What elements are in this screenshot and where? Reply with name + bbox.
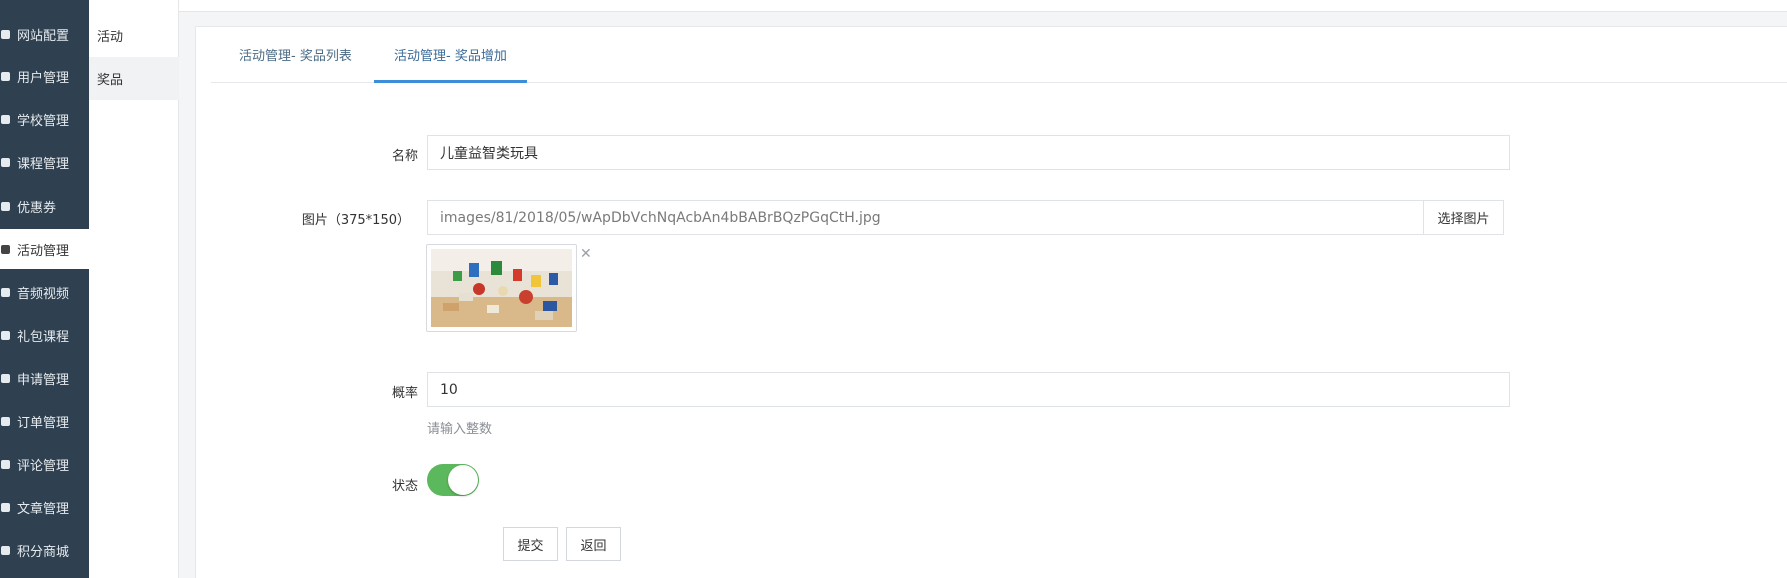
sidebar-item-site-config[interactable]: 网站配置 (0, 14, 89, 54)
sidebar-item-label: 评论管理 (17, 458, 70, 474)
sidebar-item-schools[interactable]: 学校管理 (0, 99, 89, 139)
sidebar-item-applications[interactable]: 申请管理 (0, 358, 89, 398)
toggle-knob (448, 465, 478, 495)
sidebar-item-label: 文章管理 (17, 501, 70, 517)
tab-prize-add[interactable]: 活动管理- 奖品增加 (374, 41, 527, 83)
sidebar-item-label: 活动管理 (17, 243, 70, 259)
sidebar-item-points-mall[interactable]: 积分商城 (0, 530, 89, 570)
sidebar-item-label: 订单管理 (17, 415, 70, 431)
sidebar-item-coupons[interactable]: 优惠券 (0, 186, 89, 226)
probability-help-text: 请输入整数 (427, 422, 493, 437)
back-button[interactable]: 返回 (566, 527, 621, 561)
name-input[interactable] (427, 135, 1510, 170)
gift-icon (0, 329, 15, 342)
anchor-icon (0, 286, 15, 299)
sidebar-item-label: 积分商城 (17, 544, 70, 560)
sidebar-item-users[interactable]: 用户管理 (0, 56, 89, 96)
sub-sidebar: 活动 奖品 (89, 0, 179, 578)
probability-label: 概率 (391, 386, 418, 401)
sidebar-item-activities[interactable]: 活动管理 (0, 229, 89, 269)
sidebar-item-label: 申请管理 (17, 372, 70, 388)
sidebar-item-label: 礼包课程 (17, 329, 70, 345)
shop-icon (0, 544, 15, 557)
server-icon (0, 113, 15, 126)
adjust-icon (0, 501, 15, 514)
user-icon (0, 70, 15, 83)
sidebar-item-media[interactable]: 音频视频 (0, 272, 89, 312)
sidebar-item-label: 课程管理 (17, 156, 70, 172)
status-label: 状态 (391, 479, 418, 494)
select-image-button[interactable]: 选择图片 (1423, 200, 1504, 235)
sidebar-item-label: 音频视频 (17, 286, 70, 302)
sidebar-item-label: 网站配置 (17, 28, 70, 44)
image-label: 图片（375*150） (301, 213, 410, 228)
app-root: 网站配置 用户管理 学校管理 课程管理 优惠券 活动管理 音频视频 礼包课程 申… (0, 0, 1787, 578)
tab-bar: 活动管理- 奖品列表 活动管理- 奖品增加 (211, 41, 1787, 83)
sidebar-item-label: 用户管理 (17, 70, 70, 86)
name-label: 名称 (391, 149, 418, 164)
sidebar-item-label: 学校管理 (17, 113, 70, 129)
sidebar-item-comments[interactable]: 评论管理 (0, 444, 89, 484)
toy-image (431, 249, 572, 327)
remove-image-icon[interactable]: ✕ (580, 246, 592, 262)
cart-icon (0, 156, 15, 169)
top-header-strip (179, 0, 1787, 12)
submit-button[interactable]: 提交 (503, 527, 558, 561)
submenu-item-activity[interactable]: 活动 (89, 14, 179, 57)
tab-prize-list[interactable]: 活动管理- 奖品列表 (219, 41, 372, 83)
sidebar-item-gift-courses[interactable]: 礼包课程 (0, 315, 89, 355)
tag-icon (0, 200, 15, 213)
sidebar-item-articles[interactable]: 文章管理 (0, 487, 89, 527)
sidebar-item-orders[interactable]: 订单管理 (0, 401, 89, 441)
reply-icon (0, 458, 15, 471)
probability-input[interactable] (427, 372, 1510, 407)
image-path-input[interactable] (427, 200, 1424, 235)
image-preview (426, 244, 577, 332)
hand-icon (0, 372, 15, 385)
submenu-item-prize[interactable]: 奖品 (89, 57, 179, 100)
home-icon (0, 28, 15, 41)
sidebar-item-courses[interactable]: 课程管理 (0, 142, 89, 182)
thumb-icon (0, 415, 15, 428)
status-toggle[interactable] (427, 464, 479, 496)
users-icon (0, 243, 15, 256)
sidebar-item-label: 优惠券 (17, 200, 57, 216)
main-sidebar: 网站配置 用户管理 学校管理 课程管理 优惠券 活动管理 音频视频 礼包课程 申… (0, 0, 89, 578)
